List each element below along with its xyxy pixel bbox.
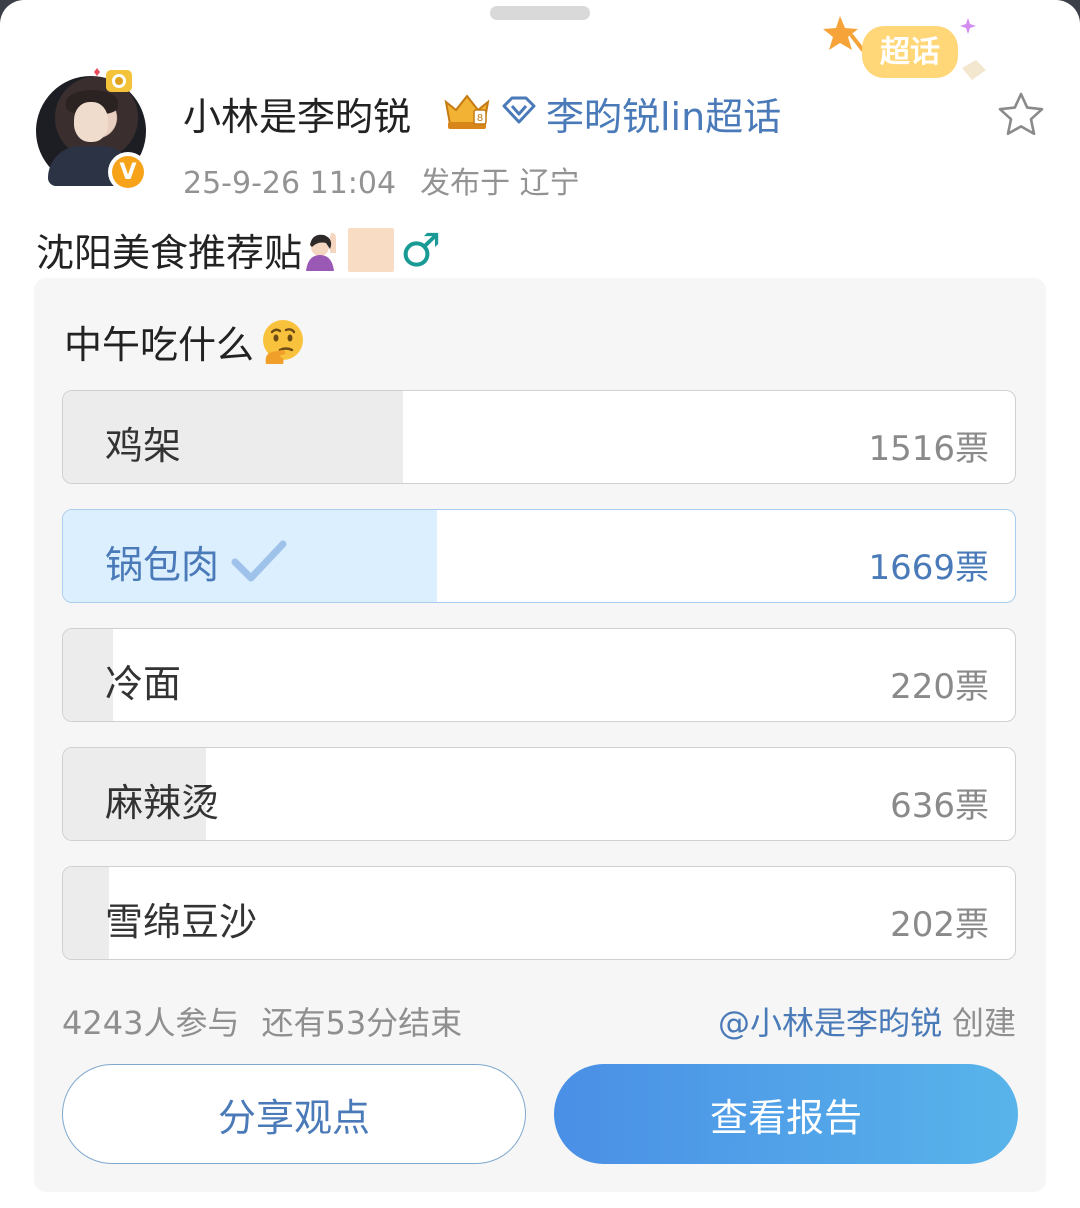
poll-option-votes: 202票 bbox=[890, 905, 989, 945]
male-sign-icon: ♂ bbox=[400, 222, 442, 277]
post-text: 沈阳美食推荐贴 ♂ bbox=[36, 222, 441, 277]
chaohua-badge-text: 超话 bbox=[880, 35, 940, 70]
time-remaining: 还有53分结束 bbox=[261, 1004, 463, 1042]
poll-option-5[interactable]: 雪绵豆沙 202票 bbox=[62, 866, 1016, 960]
verified-badge: V bbox=[108, 152, 148, 192]
bottom-sheet: V 小林是李昀锐 8 李昀锐lin超话 超话 25-9-26 11:04 发布于 … bbox=[0, 0, 1080, 1208]
poll-option-label: 冷面 bbox=[105, 662, 182, 706]
poll-option-label: 锅包肉 bbox=[105, 543, 220, 587]
share-opinion-button[interactable]: 分享观点 bbox=[62, 1064, 526, 1164]
poll-option-votes: 220票 bbox=[890, 667, 989, 707]
participants-count: 4243人参与 bbox=[62, 1004, 240, 1042]
poll-option-1[interactable]: 鸡架 1516票 bbox=[62, 390, 1016, 484]
poll-option-bar bbox=[63, 867, 109, 959]
verified-v-icon: V bbox=[112, 156, 144, 188]
crown-badge-icon: 8 bbox=[444, 94, 490, 129]
poll-option-votes: 1669票 bbox=[868, 548, 989, 588]
poll-stats: 4243人参与 还有53分结束 bbox=[62, 998, 462, 1044]
post-text-content: 沈阳美食推荐贴 bbox=[36, 231, 303, 275]
view-report-button[interactable]: 查看报告 bbox=[554, 1064, 1018, 1164]
poll-option-4[interactable]: 麻辣烫 636票 bbox=[62, 747, 1016, 841]
supertopic-link[interactable]: 李昀锐lin超话 bbox=[546, 86, 781, 141]
poll-creator: @小林是李昀锐 创建 bbox=[718, 998, 1016, 1044]
poll-option-votes: 1516票 bbox=[868, 429, 989, 469]
poll-card: 中午吃什么 鸡架 1516票 锅包肉 1669票 冷面 220票 麻辣烫 636… bbox=[34, 278, 1046, 1192]
timestamp: 25-9-26 11:04 bbox=[183, 166, 397, 201]
thinking-face-emoji-icon bbox=[263, 319, 304, 364]
poll-option-3[interactable]: 冷面 220票 bbox=[62, 628, 1016, 722]
svg-text:8: 8 bbox=[477, 113, 483, 124]
drag-handle[interactable] bbox=[490, 6, 590, 20]
username[interactable]: 小林是李昀锐 bbox=[183, 86, 411, 141]
chaohua-badge[interactable]: 超话 bbox=[822, 12, 992, 94]
skin-tone-modifier-icon bbox=[348, 227, 395, 272]
creator-link[interactable]: @小林是李昀锐 bbox=[718, 1004, 942, 1042]
poll-title-text: 中午吃什么 bbox=[64, 323, 255, 367]
created-label: 创建 bbox=[951, 1004, 1016, 1042]
poll-option-2[interactable]: 锅包肉 1669票 bbox=[62, 509, 1016, 603]
person-raising-hand-emoji-icon bbox=[306, 232, 337, 271]
poll-title: 中午吃什么 bbox=[64, 314, 306, 369]
post-meta: 25-9-26 11:04 发布于 辽宁 bbox=[183, 158, 580, 202]
poll-option-label: 雪绵豆沙 bbox=[105, 900, 258, 944]
poll-option-label: 鸡架 bbox=[105, 424, 182, 468]
location: 发布于 辽宁 bbox=[420, 166, 580, 201]
poll-option-votes: 636票 bbox=[890, 786, 989, 826]
diamond-icon bbox=[502, 96, 536, 124]
favorite-star-icon[interactable] bbox=[996, 90, 1046, 138]
poll-option-label: 麻辣烫 bbox=[105, 781, 220, 825]
camera-decoration-icon bbox=[94, 68, 132, 92]
checkmark-icon bbox=[231, 540, 287, 581]
